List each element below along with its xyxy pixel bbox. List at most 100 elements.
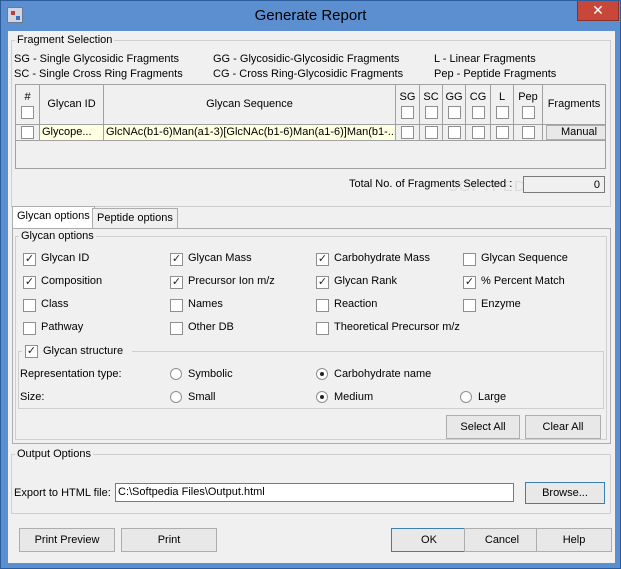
- browse-button[interactable]: Browse...: [525, 482, 605, 504]
- col-header-cg-label: CG: [469, 91, 487, 103]
- representation-carbohydrate-radio[interactable]: [316, 368, 328, 380]
- row-gg-cell: [443, 125, 466, 141]
- row-sg-cell: [396, 125, 420, 141]
- checkbox-carbohydrate-mass[interactable]: ✓: [316, 253, 329, 266]
- label-names: Names: [188, 298, 223, 310]
- checkbox-class[interactable]: [23, 299, 36, 312]
- glycan-structure-label: Glycan structure: [43, 345, 124, 357]
- size-large-radio[interactable]: [460, 391, 472, 403]
- check-icon: ✓: [24, 276, 35, 288]
- representation-symbolic-radio[interactable]: [170, 368, 182, 380]
- row-sg-checkbox[interactable]: [401, 126, 414, 139]
- row-sc-cell: [420, 125, 443, 141]
- checkbox-glycan-mass[interactable]: ✓: [170, 253, 183, 266]
- col-header-sg[interactable]: SG: [396, 85, 420, 125]
- col-header-gg[interactable]: GG: [443, 85, 466, 125]
- checkbox-names[interactable]: [170, 299, 183, 312]
- close-button[interactable]: ✕: [577, 1, 619, 21]
- representation-type-label: Representation type:: [20, 368, 122, 380]
- col-header-gg-label: GG: [445, 91, 463, 103]
- cancel-button[interactable]: Cancel: [464, 528, 540, 552]
- col-header-fragments-label: Fragments: [547, 98, 601, 110]
- col-header-number[interactable]: #: [16, 85, 40, 125]
- row-sc-checkbox[interactable]: [425, 126, 438, 139]
- sc-column-checkbox[interactable]: [425, 106, 438, 119]
- help-button[interactable]: Help: [536, 528, 612, 552]
- pep-column-checkbox[interactable]: [522, 106, 535, 119]
- checkbox-composition[interactable]: ✓: [23, 276, 36, 289]
- sg-column-checkbox[interactable]: [401, 106, 414, 119]
- ok-button[interactable]: OK: [391, 528, 467, 552]
- check-icon: ✓: [317, 276, 328, 288]
- row-l-checkbox[interactable]: [496, 126, 509, 139]
- col-header-glycan-sequence[interactable]: Glycan Sequence: [104, 85, 396, 125]
- checkbox-glycan-id[interactable]: ✓: [23, 253, 36, 266]
- check-icon: ✓: [24, 253, 35, 265]
- tab-peptide-options[interactable]: Peptide options: [92, 208, 178, 228]
- check-icon: ✓: [464, 276, 475, 288]
- export-path-input[interactable]: C:\Softpedia Files\Output.html: [115, 483, 514, 502]
- checkbox-theoretical-precursor-m-z[interactable]: [316, 322, 329, 335]
- clear-all-button[interactable]: Clear All: [525, 415, 601, 439]
- row-fragments-cell: Manual: [543, 125, 605, 141]
- window-title: Generate Report: [254, 7, 367, 24]
- select-all-button[interactable]: Select All: [446, 415, 520, 439]
- gg-column-checkbox[interactable]: [448, 106, 461, 119]
- size-medium-radio[interactable]: [316, 391, 328, 403]
- glycan-structure-checkbox[interactable]: ✓: [25, 345, 38, 358]
- abbrev-l: L - Linear Fragments: [434, 53, 536, 65]
- col-header-l-label: L: [498, 91, 506, 103]
- label-composition: Composition: [41, 275, 103, 287]
- col-header-fragments[interactable]: Fragments: [543, 85, 605, 125]
- checkbox-reaction[interactable]: [316, 299, 329, 312]
- check-icon: ✓: [171, 276, 182, 288]
- col-header-cg[interactable]: CG: [466, 85, 491, 125]
- col-header-glycan-id[interactable]: Glycan ID: [40, 85, 104, 125]
- col-header-pep-label: Pep: [518, 91, 538, 103]
- manual-fragments-button[interactable]: Manual: [546, 125, 605, 140]
- glycan-structure-group: [18, 351, 604, 409]
- output-options-legend: Output Options: [17, 448, 91, 460]
- label-enzyme: Enzyme: [481, 298, 521, 310]
- print-preview-button[interactable]: Print Preview: [19, 528, 115, 552]
- label-glycan-id: Glycan ID: [41, 252, 90, 264]
- checkbox-glycan-rank[interactable]: ✓: [316, 276, 329, 289]
- size-small-label: Small: [188, 391, 216, 403]
- export-html-label: Export to HTML file:: [14, 487, 111, 499]
- checkbox-enzyme[interactable]: [463, 299, 476, 312]
- row-cg-checkbox[interactable]: [472, 126, 485, 139]
- row-select-checkbox[interactable]: [21, 126, 34, 139]
- table-cell-glycan-sequence[interactable]: GlcNAc(b1-6)Man(a1-3)[GlcNAc(b1-6)Man(a1…: [104, 125, 396, 141]
- checkbox-glycan-sequence[interactable]: [463, 253, 476, 266]
- label-glycan-rank: Glycan Rank: [334, 275, 397, 287]
- checkbox-precursor-ion-m-z[interactable]: ✓: [170, 276, 183, 289]
- label-theoretical-precursor-m-z: Theoretical Precursor m/z: [334, 321, 460, 333]
- label-class: Class: [41, 298, 69, 310]
- size-medium-label: Medium: [334, 391, 374, 403]
- col-header-pep[interactable]: Pep: [514, 85, 543, 125]
- l-column-checkbox[interactable]: [496, 106, 509, 119]
- size-label: Size:: [20, 391, 45, 403]
- title-bar[interactable]: Generate Report ✕: [1, 1, 620, 31]
- label-glycan-mass: Glycan Mass: [188, 252, 252, 264]
- representation-symbolic-label: Symbolic: [188, 368, 233, 380]
- select-all-rows-checkbox[interactable]: [21, 106, 34, 119]
- table-cell-glycan-id[interactable]: Glycope...: [40, 125, 104, 141]
- size-small-radio[interactable]: [170, 391, 182, 403]
- col-header-sc[interactable]: SC: [420, 85, 443, 125]
- checkbox-pathway[interactable]: [23, 322, 36, 335]
- checkbox-percent-match[interactable]: ✓: [463, 276, 476, 289]
- glycan-structure-check-icon: ✓: [26, 345, 37, 357]
- row-pep-checkbox[interactable]: [522, 126, 535, 139]
- print-button[interactable]: Print: [121, 528, 217, 552]
- col-header-number-label: #: [24, 91, 31, 103]
- checkbox-other-db[interactable]: [170, 322, 183, 335]
- tab-glycan-options[interactable]: Glycan options: [12, 206, 95, 228]
- row-gg-checkbox[interactable]: [448, 126, 461, 139]
- col-header-glycan-id-label: Glycan ID: [47, 98, 96, 110]
- total-fragments-label: Total No. of Fragments Selected :: [349, 178, 513, 190]
- col-header-glycan-sequence-label: Glycan Sequence: [206, 98, 293, 110]
- label-percent-match: % Percent Match: [481, 275, 565, 287]
- col-header-l[interactable]: L: [491, 85, 514, 125]
- cg-column-checkbox[interactable]: [472, 106, 485, 119]
